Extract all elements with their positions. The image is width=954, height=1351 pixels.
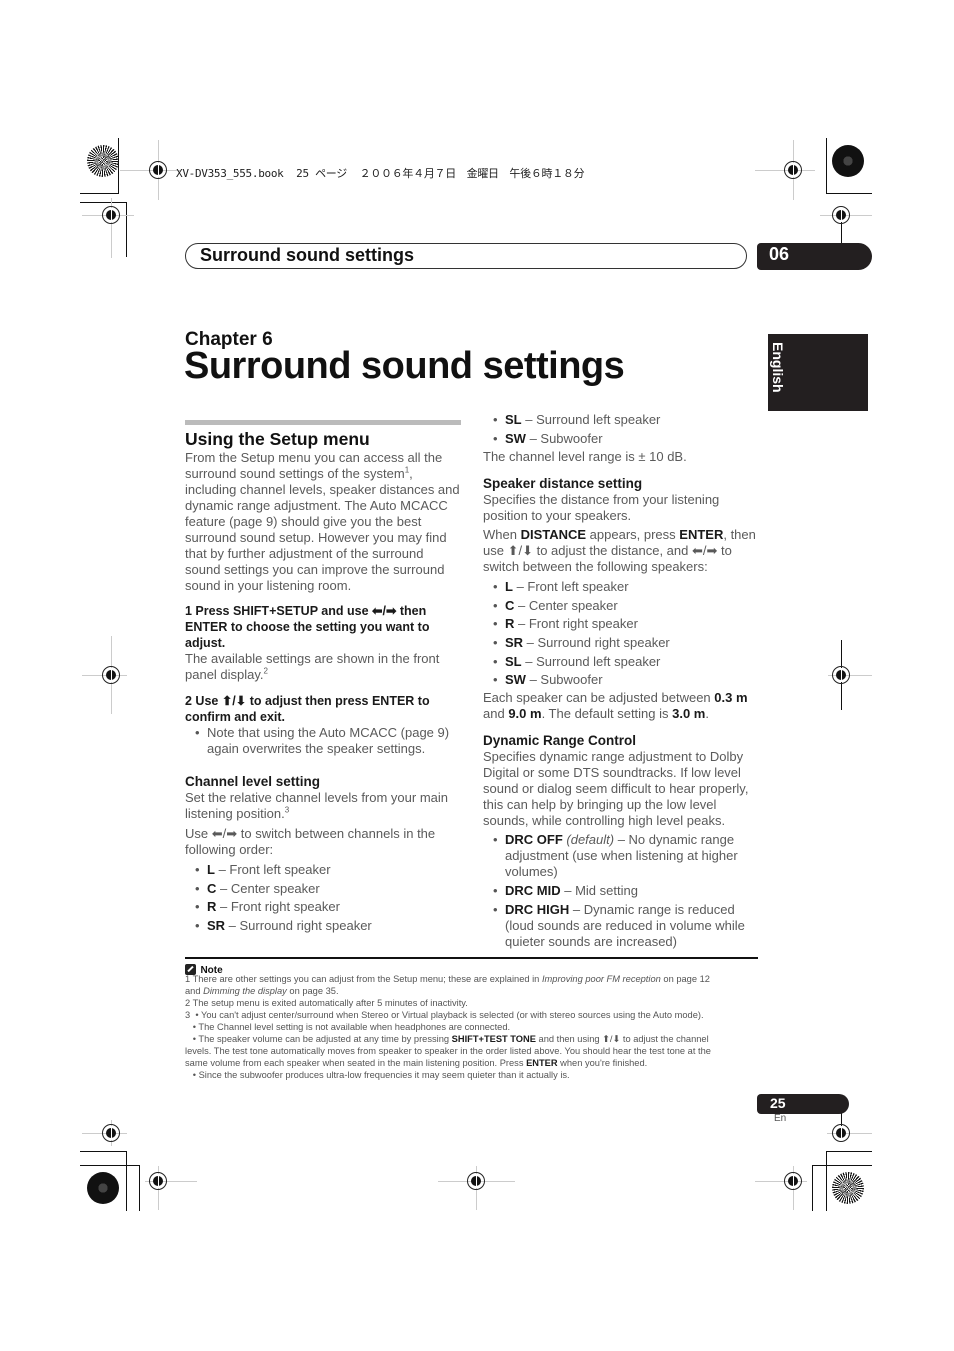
left-column: Using the Setup menu From the Setup menu… [185,420,461,935]
note-header: Note [185,960,765,976]
list-item: DRC MID – Mid setting [483,883,759,899]
footnote-2: 2 The setup menu is exited automatically… [185,998,468,1008]
list-item: C – Center speaker [483,597,759,616]
distance-instructions: When DISTANCE appears, press ENTER, then… [483,527,756,575]
footnote-3b: • The Channel level setting is not avail… [185,1022,511,1032]
page-lang: En [774,1113,787,1124]
chapter-title: Surround sound settings [184,345,625,387]
crop-mark [80,202,126,203]
note-pencil-icon [185,964,196,975]
note-section: Note 1 There are other settings you can … [185,960,765,1081]
crop-mark [812,1165,813,1211]
crop-mark [126,1151,127,1211]
list-item: SW – Subwoofer [483,430,759,449]
language-tab: English [768,334,868,411]
channel-level-use: Use ⬅/➡ to switch between channels in th… [185,826,436,857]
list-item: R – Front right speaker [483,615,759,634]
registration-mark-icon [149,1172,167,1190]
registration-mark-icon [102,1124,120,1142]
list-item: SR – Surround right speaker [185,917,461,936]
drc-heading: Dynamic Range Control [483,732,637,748]
channel-range: The channel level range is ± 10 dB. [483,449,687,465]
registration-mark-icon [832,1124,850,1142]
intro-paragraph: From the Setup menu you can access all t… [185,450,460,593]
note-rule [185,957,758,959]
channel-order-list: L – Front left speaker C – Center speake… [185,861,461,935]
right-column: SL – Surround left speaker SW – Subwoofe… [483,411,759,950]
distance-desc: Specifies the distance from your listeni… [483,492,720,524]
section-title: Using the Setup menu [185,429,370,449]
crop-mark [126,202,127,257]
running-header: Surround sound settings [185,243,747,269]
footnote-3c: • The speaker volume can be adjusted at … [185,1034,709,1044]
footnote-1-cont: and Dimming the display on page 35. [185,986,339,996]
channel-level-heading: Channel level setting [185,774,321,789]
registration-mark-icon [102,666,120,684]
step-2-note: Note that using the Auto MCACC (page 9) … [185,725,461,757]
crop-mark [80,1151,127,1152]
crop-mark [80,1165,140,1166]
registration-mark-icon [149,161,167,179]
footnote-1: 1 There are other settings you can adjus… [185,974,710,984]
crop-mark [812,1165,872,1166]
list-item: SR – Surround right speaker [483,634,759,653]
page-number: 25 [770,1095,786,1111]
registration-mark-icon [102,206,120,224]
registration-target-bottom-left [87,1172,119,1204]
list-item: R – Front right speaker [185,898,461,917]
registration-mark-icon [467,1172,485,1190]
crop-mark [826,1151,827,1211]
footnote-3d: levels. The test tone automatically move… [185,1046,711,1056]
registration-mark-icon [832,666,850,684]
crop-mark [826,1151,872,1152]
registration-target-top-right [832,145,864,177]
drc-list: DRC OFF (default) – No dynamic range adj… [483,832,759,950]
list-item: SL – Surround left speaker [483,653,759,672]
page-number-badge: 25 [757,1094,849,1114]
step-1: 1 Press SHIFT+SETUP and use ⬅/➡ then ENT… [185,604,430,650]
list-item: L – Front left speaker [185,861,461,880]
registration-mark-icon [784,161,802,179]
drc-desc: Specifies dynamic range adjustment to Do… [483,748,749,828]
chapter-number-badge: 06 [757,243,872,270]
footnote-3f: • Since the subwoofer produces ultra-low… [185,1070,570,1080]
footnote-3a: 3 • You can't adjust center/surround whe… [185,1010,704,1020]
crop-mark [80,193,119,194]
registration-target-bottom-right [832,1172,864,1204]
language-tab-label: English [770,342,786,393]
list-item: DRC HIGH – Dynamic range is reduced (lou… [483,902,759,950]
channel-level-desc: Set the relative channel levels from you… [185,790,449,821]
list-item: C – Center speaker [185,880,461,899]
distance-range: Each speaker can be adjusted between 0.3… [483,689,748,721]
chapter-number: 06 [769,244,790,264]
registration-mark-icon [784,1172,802,1190]
list-item: SL – Surround left speaker [483,411,759,430]
crop-mark [826,138,827,194]
registration-target-top-left [87,145,119,177]
step-2: 2 Use ⬆/⬇ to adjust then press ENTER to … [185,694,430,724]
registration-mark-icon [832,206,850,224]
footnote-ref[interactable]: 3 [285,806,289,815]
section-rule [185,420,461,425]
list-item: SW – Subwoofer [483,671,759,690]
crop-mark [826,193,872,194]
print-header: XV-DV353_555.book 25 ページ ２００６年４月７日 金曜日 午… [176,167,585,180]
running-header-title: Surround sound settings [200,245,414,265]
distance-speaker-list: L – Front left speaker C – Center speake… [483,578,759,690]
footnote-ref[interactable]: 2 [264,667,268,676]
list-item: DRC OFF (default) – No dynamic range adj… [483,832,759,880]
crop-mark [118,138,119,194]
step-1-desc: The available settings are shown in the … [185,651,440,682]
crop-mark [139,1165,140,1211]
footnote-3e: same volume from each speaker when seate… [185,1058,648,1068]
distance-heading: Speaker distance setting [483,476,643,492]
list-item: L – Front left speaker [483,578,759,597]
